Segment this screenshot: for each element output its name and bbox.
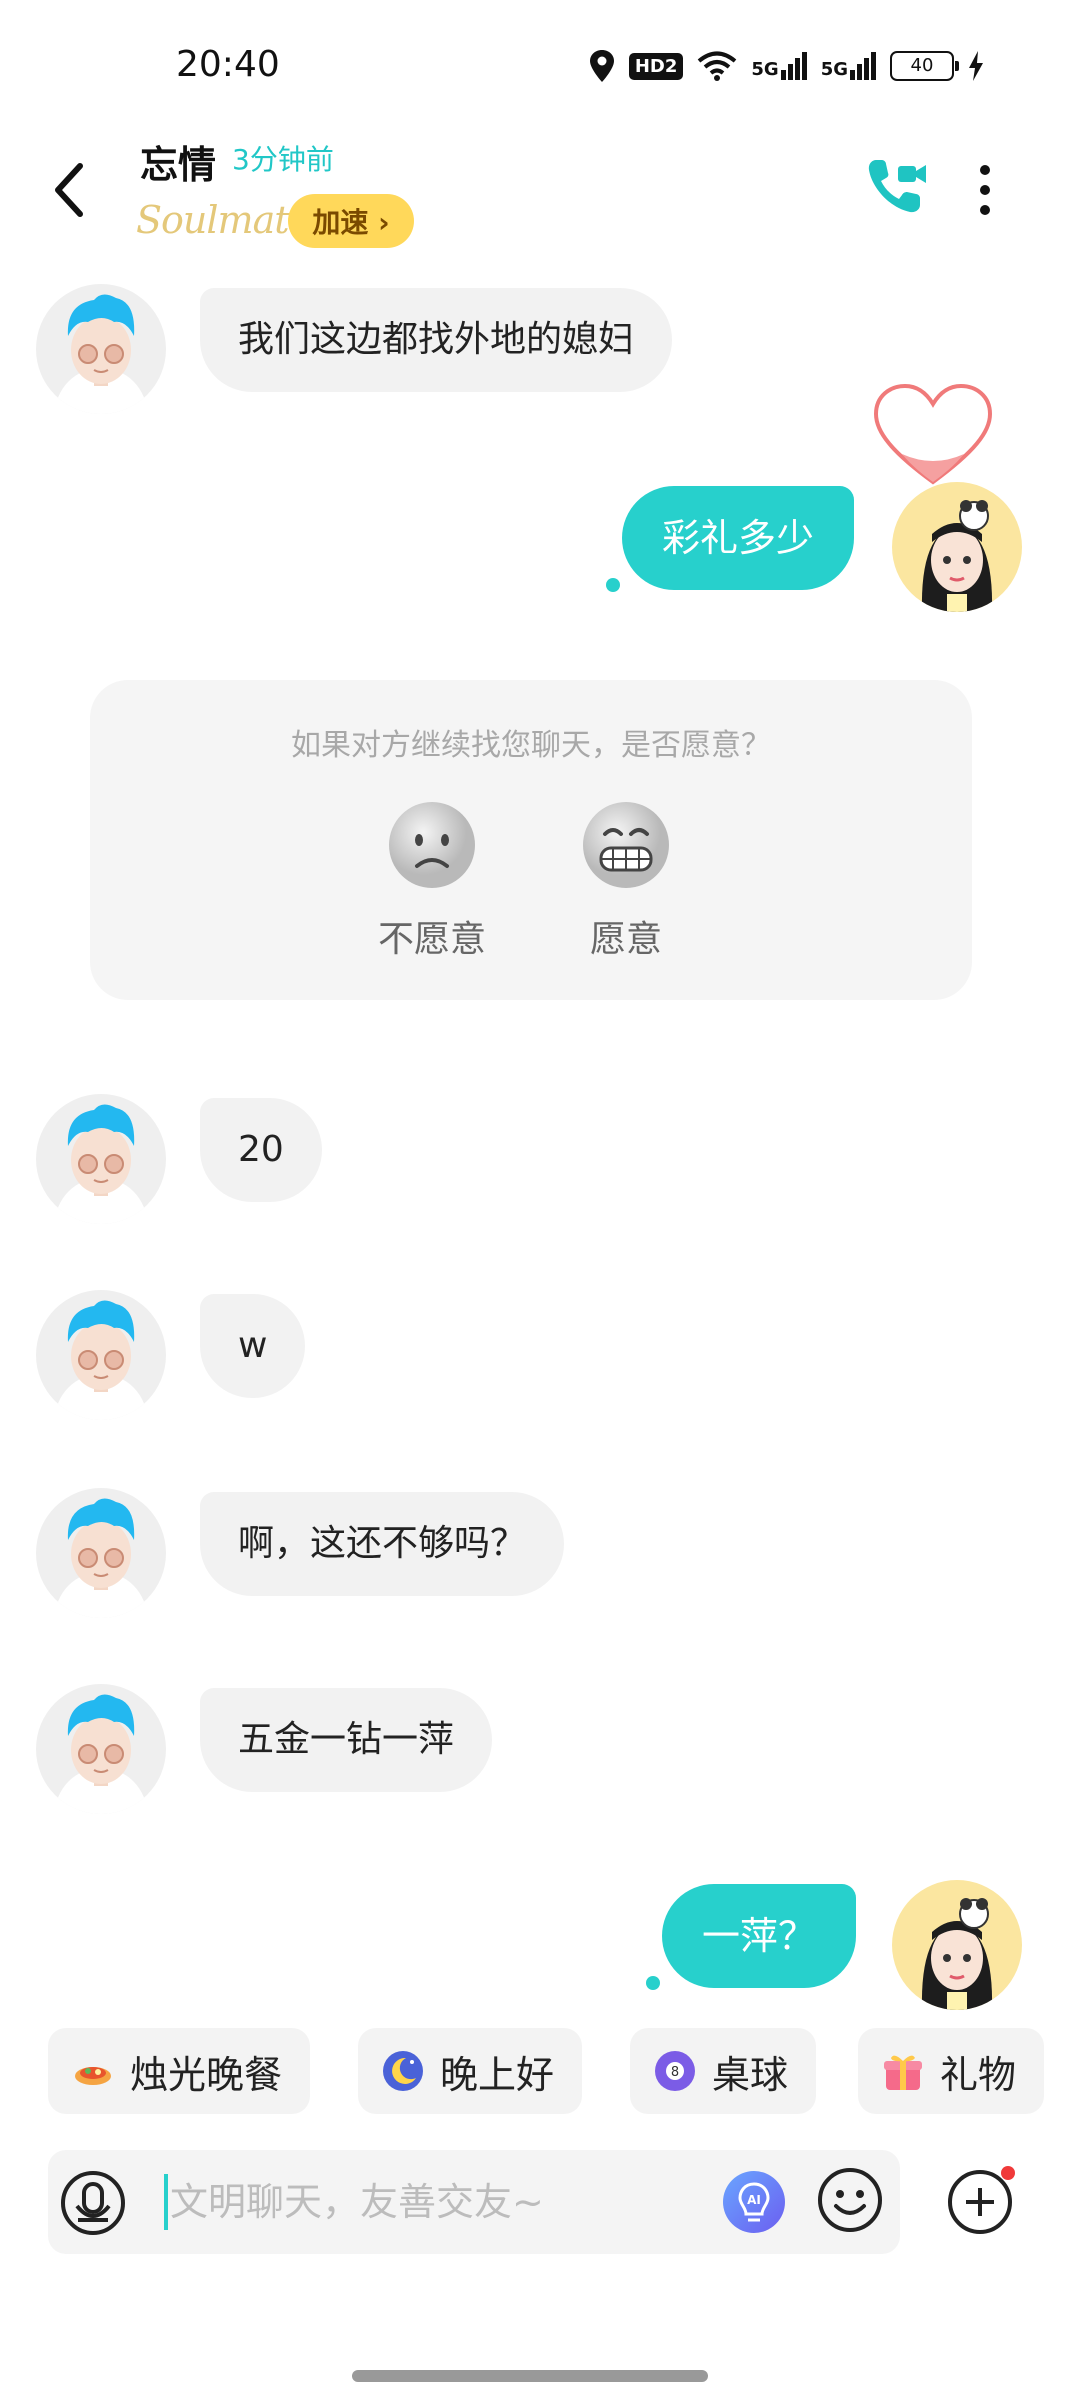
- heart-icon: [873, 383, 993, 485]
- battery-icon: 40: [890, 51, 959, 81]
- message-bubble-incoming[interactable]: 啊，这还不够吗？: [200, 1492, 565, 1596]
- message-bubble-incoming[interactable]: 五金一钻一萍: [200, 1688, 493, 1792]
- willing-button[interactable]: 愿意: [556, 800, 696, 962]
- hd-icon: HD2: [628, 52, 684, 80]
- contact-avatar[interactable]: [36, 284, 166, 414]
- my-avatar[interactable]: [892, 482, 1022, 612]
- contact-avatar[interactable]: [36, 1684, 166, 1814]
- contact-name[interactable]: 忘情: [140, 134, 216, 189]
- location-icon: [589, 50, 614, 82]
- boost-button[interactable]: 加速 ›: [288, 194, 414, 248]
- home-indicator[interactable]: [352, 2370, 708, 2382]
- signal-icon-2: 5G: [821, 52, 876, 80]
- signal-icon-1: 5G: [751, 52, 807, 80]
- billiards-ball-icon: 8: [655, 2051, 695, 2091]
- candle-dinner-icon: [75, 2067, 111, 2085]
- unwilling-button[interactable]: 不愿意: [362, 800, 502, 962]
- boy-avatar-icon: [55, 294, 147, 414]
- text-caret: [164, 2174, 168, 2230]
- chip-label: 烛光晚餐: [130, 2052, 283, 2097]
- prompt-question: 如果对方继续找您聊天，是否愿意？: [291, 728, 771, 763]
- read-receipt-dot: [646, 1976, 660, 1990]
- message-input[interactable]: 文明聊天，友善交友~: [170, 2174, 544, 2230]
- boy-avatar-icon: [55, 1498, 147, 1618]
- girl-avatar-icon: [921, 500, 993, 612]
- last-seen-status: 3分钟前: [232, 143, 334, 176]
- contact-avatar[interactable]: [36, 1290, 166, 1420]
- read-receipt-dot: [606, 578, 620, 592]
- willing-label: 愿意: [589, 919, 662, 960]
- my-avatar[interactable]: [892, 1880, 1022, 2010]
- boy-avatar-icon: [55, 1694, 147, 1814]
- quick-chip-candle-dinner[interactable]: 烛光晚餐: [48, 2028, 311, 2114]
- add-attachment-icon[interactable]: [946, 2166, 1016, 2236]
- unwilling-label: 不愿意: [377, 919, 486, 960]
- willingness-prompt-card: 如果对方继续找您聊天，是否愿意？ 不愿意 愿意: [90, 680, 972, 1000]
- video-call-icon[interactable]: [864, 154, 928, 218]
- wifi-icon: [698, 51, 737, 81]
- message-bubble-outgoing[interactable]: 彩礼多少: [622, 486, 855, 590]
- emoji-icon[interactable]: [816, 2166, 884, 2234]
- more-options-icon[interactable]: [970, 160, 1000, 220]
- voice-input-icon[interactable]: [60, 2170, 126, 2236]
- message-bubble-incoming[interactable]: w: [200, 1294, 306, 1398]
- contact-avatar[interactable]: [36, 1094, 166, 1224]
- quick-chip-gift[interactable]: 礼物: [858, 2028, 1045, 2114]
- chip-label: 礼物: [940, 2052, 1017, 2097]
- gift-icon: [884, 2055, 922, 2090]
- chip-label: 桌球: [712, 2052, 789, 2097]
- status-time: 20:40: [176, 44, 280, 85]
- girl-avatar-icon: [921, 1898, 993, 2010]
- message-bubble-outgoing[interactable]: 一萍？: [662, 1884, 857, 1988]
- charging-icon: [969, 51, 983, 81]
- sad-face-icon: [389, 802, 475, 888]
- status-icons: HD2 5G 5G 40: [589, 46, 984, 86]
- soulmate-badge: Soulmate: [136, 198, 311, 242]
- grin-face-icon: [583, 802, 669, 888]
- chip-label: 晚上好: [440, 2052, 555, 2097]
- message-bubble-incoming[interactable]: 20: [200, 1098, 322, 1202]
- quick-chip-good-evening[interactable]: 晚上好: [358, 2028, 583, 2114]
- message-bubble-incoming[interactable]: 我们这边都找外地的媳妇: [200, 288, 673, 392]
- ai-assistant-icon[interactable]: AI: [722, 2170, 786, 2234]
- back-icon[interactable]: [50, 160, 90, 220]
- boy-avatar-icon: [55, 1104, 147, 1224]
- svg-text:8: 8: [671, 2065, 679, 2080]
- contact-avatar[interactable]: [36, 1488, 166, 1618]
- svg-text:AI: AI: [747, 2193, 761, 2207]
- moon-icon: [383, 2051, 423, 2091]
- message-input-bar: 文明聊天，友善交友~ AI: [48, 2150, 900, 2254]
- boy-avatar-icon: [55, 1300, 147, 1420]
- quick-chip-billiards[interactable]: 8 桌球: [630, 2028, 817, 2114]
